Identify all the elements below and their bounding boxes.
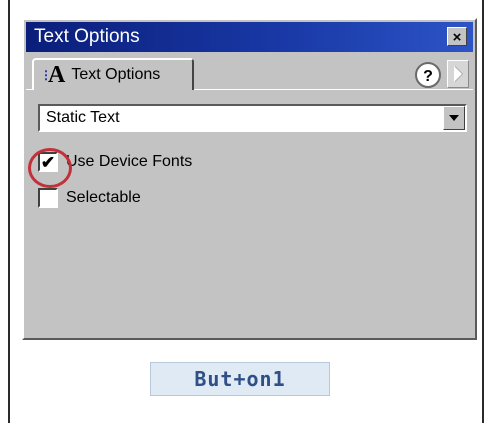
close-icon[interactable]: × [447,27,467,46]
tab-label: Text Options [71,66,161,83]
selectable-label: Selectable [66,189,141,206]
stage-button[interactable]: But+on1 [150,362,330,396]
text-type-dropdown[interactable]: Static Text [38,104,467,132]
panel-title: Text Options [34,26,140,47]
text-options-panel: Text Options × ⋮ A Text Options ? Static … [22,18,477,340]
tab-strip: ⋮ A Text Options ? [26,54,473,90]
panel-titlebar[interactable]: Text Options × [26,22,473,52]
chevron-down-icon[interactable] [443,106,465,130]
stage-button-label: But+on1 [194,367,286,391]
tab-text-options[interactable]: ⋮ A Text Options [32,58,194,90]
use-device-fonts-row[interactable]: ✔ Use Device Fonts [38,152,192,172]
text-type-value: Static Text [46,109,120,126]
selectable-row[interactable]: Selectable [38,188,141,208]
checkmark-icon: ✔ [40,152,56,172]
help-icon[interactable]: ? [415,62,441,88]
panel-menu-arrow-icon[interactable] [447,60,469,88]
use-device-fonts-checkbox[interactable]: ✔ [38,152,58,172]
text-options-icon: ⋮ A [40,61,66,88]
use-device-fonts-label: Use Device Fonts [66,153,193,170]
selectable-checkbox[interactable] [38,188,58,208]
